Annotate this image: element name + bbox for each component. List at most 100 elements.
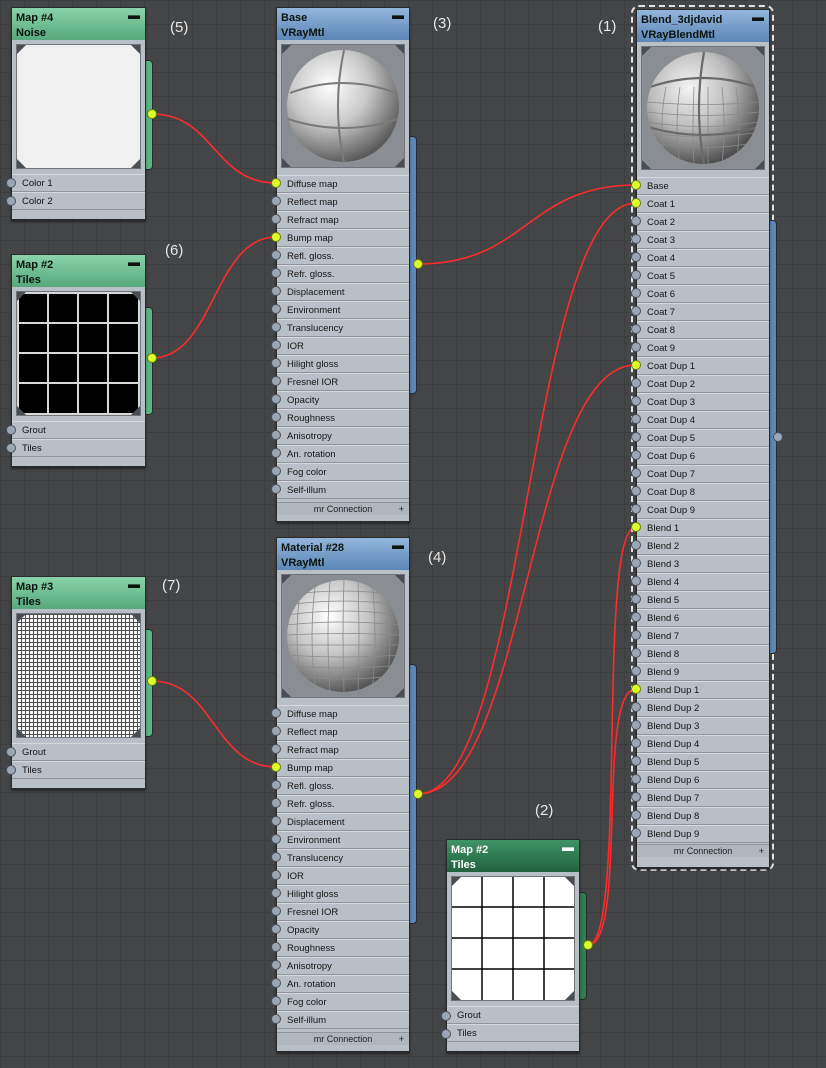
output-socket[interactable] <box>147 353 157 363</box>
input-socket[interactable] <box>271 466 281 476</box>
node-header[interactable]: Map #2 Tiles ▬ <box>447 840 579 872</box>
input-socket[interactable] <box>631 774 641 784</box>
input-socket[interactable] <box>271 340 281 350</box>
expand-icon[interactable]: + <box>399 503 404 515</box>
input-socket[interactable] <box>6 747 16 757</box>
input-socket[interactable] <box>271 232 281 242</box>
input-socket[interactable] <box>271 726 281 736</box>
input-socket[interactable] <box>631 378 641 388</box>
input-socket[interactable] <box>631 594 641 604</box>
input-socket[interactable] <box>271 780 281 790</box>
input-socket[interactable] <box>631 702 641 712</box>
input-socket[interactable] <box>271 978 281 988</box>
input-socket[interactable] <box>271 708 281 718</box>
output-socket[interactable] <box>583 940 593 950</box>
node-tiles-map[interactable]: Map #2 Tiles ▬ Grout Tiles <box>446 839 580 1052</box>
input-socket[interactable] <box>631 612 641 622</box>
input-socket[interactable] <box>271 744 281 754</box>
input-socket[interactable] <box>271 214 281 224</box>
input-socket[interactable] <box>631 576 641 586</box>
input-socket[interactable] <box>631 252 641 262</box>
collapse-icon[interactable]: ▬ <box>562 841 574 853</box>
collapse-icon[interactable]: ▬ <box>128 9 140 21</box>
input-socket[interactable] <box>631 738 641 748</box>
collapse-icon[interactable]: ▬ <box>392 539 404 551</box>
input-socket[interactable] <box>631 558 641 568</box>
input-socket[interactable] <box>271 412 281 422</box>
input-socket[interactable] <box>271 178 281 188</box>
output-socket[interactable] <box>147 109 157 119</box>
input-socket[interactable] <box>441 1011 451 1021</box>
input-socket[interactable] <box>271 322 281 332</box>
input-socket[interactable] <box>631 450 641 460</box>
input-socket[interactable] <box>271 268 281 278</box>
node-header[interactable]: Map #4 Noise ▬ <box>12 8 145 40</box>
input-socket[interactable] <box>631 666 641 676</box>
connection-wire[interactable] <box>417 202 637 795</box>
input-socket[interactable] <box>271 870 281 880</box>
input-socket[interactable] <box>271 286 281 296</box>
collapse-icon[interactable]: ▬ <box>128 578 140 590</box>
input-socket[interactable] <box>631 360 641 370</box>
node-header[interactable]: Map #2 Tiles ▬ <box>12 255 145 287</box>
input-socket[interactable] <box>631 216 641 226</box>
input-socket[interactable] <box>631 468 641 478</box>
input-socket[interactable] <box>631 198 641 208</box>
node-tiles-map[interactable]: Map #2 Tiles ▬ Grout Tiles <box>11 254 146 467</box>
input-socket[interactable] <box>271 960 281 970</box>
input-socket[interactable] <box>631 828 641 838</box>
input-socket[interactable] <box>631 810 641 820</box>
input-socket[interactable] <box>6 765 16 775</box>
input-socket[interactable] <box>631 288 641 298</box>
node-vray-material[interactable]: Base VRayMtl ▬ Diffuse map Reflect map Ref… <box>276 7 410 522</box>
input-socket[interactable] <box>631 324 641 334</box>
input-socket[interactable] <box>631 306 641 316</box>
input-socket[interactable] <box>631 630 641 640</box>
input-socket[interactable] <box>271 1014 281 1024</box>
connection-wire[interactable] <box>587 526 637 946</box>
input-socket[interactable] <box>271 816 281 826</box>
input-socket[interactable] <box>271 852 281 862</box>
input-socket[interactable] <box>271 942 281 952</box>
input-socket[interactable] <box>631 270 641 280</box>
input-socket[interactable] <box>271 798 281 808</box>
expand-icon[interactable]: + <box>399 1033 404 1045</box>
connection-wire[interactable] <box>417 364 637 795</box>
input-socket[interactable] <box>631 504 641 514</box>
input-socket[interactable] <box>271 448 281 458</box>
input-socket[interactable] <box>631 522 641 532</box>
collapse-icon[interactable]: ▬ <box>752 11 764 23</box>
input-socket[interactable] <box>631 180 641 190</box>
collapse-icon[interactable]: ▬ <box>128 256 140 268</box>
input-socket[interactable] <box>271 376 281 386</box>
connection-wire[interactable] <box>151 113 277 184</box>
connection-wire[interactable] <box>151 680 277 768</box>
node-header[interactable]: Material #28 VRayMtl ▬ <box>277 538 409 570</box>
node-vray-blend-material[interactable]: Blend_3djdavid VRayBlendMtl ▬ Base Coat 1… <box>636 9 770 868</box>
input-socket[interactable] <box>271 924 281 934</box>
input-socket[interactable] <box>631 432 641 442</box>
input-socket[interactable] <box>6 178 16 188</box>
input-socket[interactable] <box>271 762 281 772</box>
input-socket[interactable] <box>271 834 281 844</box>
input-socket[interactable] <box>631 720 641 730</box>
output-socket[interactable] <box>413 259 423 269</box>
node-noise-map[interactable]: Map #4 Noise ▬ Color 1 Color 2 <box>11 7 146 220</box>
input-socket[interactable] <box>271 484 281 494</box>
input-socket[interactable] <box>271 196 281 206</box>
input-socket[interactable] <box>271 394 281 404</box>
input-socket[interactable] <box>6 196 16 206</box>
input-socket[interactable] <box>271 250 281 260</box>
input-socket[interactable] <box>271 430 281 440</box>
input-socket[interactable] <box>631 648 641 658</box>
input-socket[interactable] <box>631 540 641 550</box>
collapse-icon[interactable]: ▬ <box>392 9 404 21</box>
input-socket[interactable] <box>631 234 641 244</box>
input-socket[interactable] <box>6 425 16 435</box>
output-socket[interactable] <box>147 676 157 686</box>
input-socket[interactable] <box>631 396 641 406</box>
input-socket[interactable] <box>271 888 281 898</box>
node-tiles-map[interactable]: Map #3 Tiles ▬ Grout Tiles <box>11 576 146 789</box>
input-socket[interactable] <box>441 1029 451 1039</box>
input-socket[interactable] <box>271 304 281 314</box>
